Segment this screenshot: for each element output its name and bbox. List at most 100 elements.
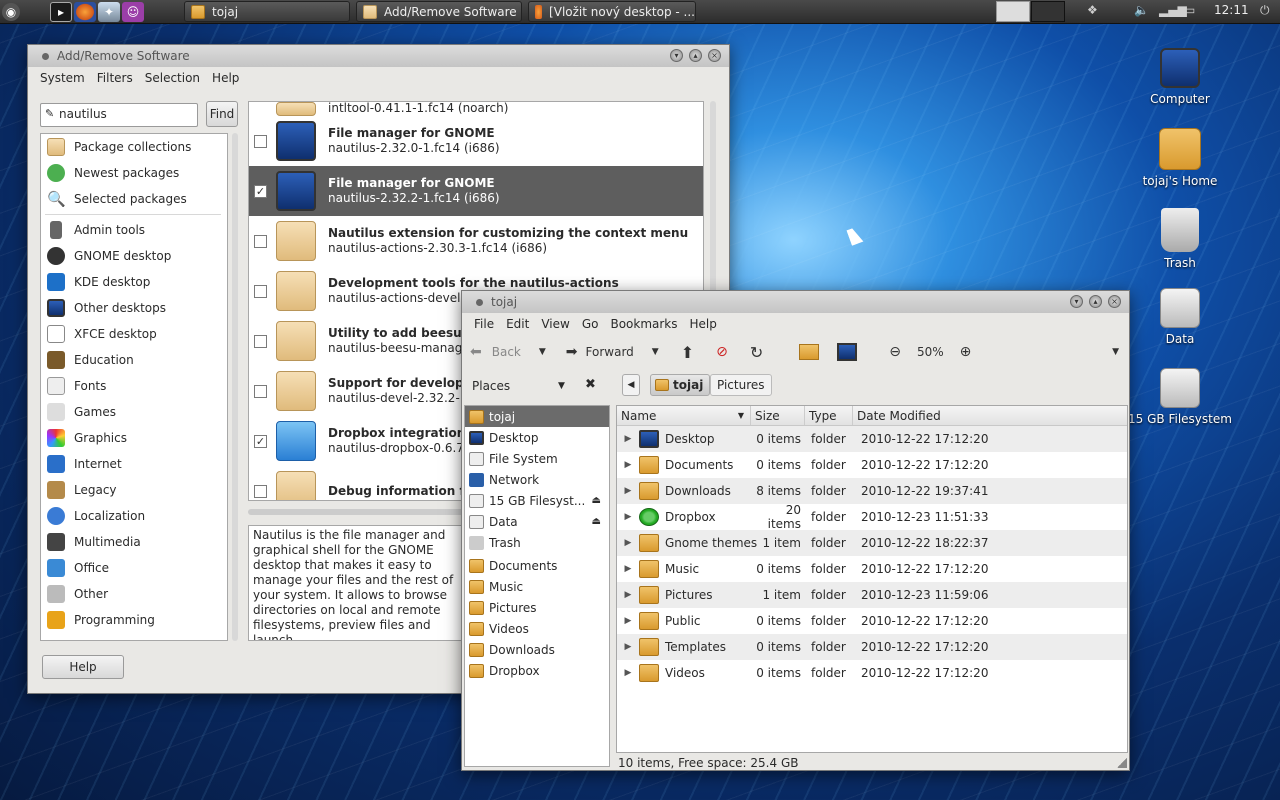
volume-icon[interactable]: 🔈 [1134,3,1149,17]
expander-icon[interactable]: ▶ [617,590,639,600]
menu-view[interactable]: View [535,317,575,331]
file-row[interactable]: ▶ Documents 0 items folder 2010-12-22 17:12:… [617,452,1127,478]
group-gnome-desktop[interactable]: GNOME desktop [41,243,227,269]
bookmark-downloads[interactable]: Downloads [465,639,609,660]
breadcrumb-left-arrow[interactable]: ◀ [622,374,640,396]
file-row[interactable]: ▶ Pictures 1 item folder 2010-12-23 11:59:06 [617,582,1127,608]
group-admin-tools[interactable]: Admin tools [41,217,227,243]
bookmark-music[interactable]: Music [465,576,609,597]
main-menu-icon[interactable]: ◉ [2,2,20,21]
help-button[interactable]: Help [42,655,124,679]
close-button[interactable]: × [1108,295,1121,308]
package-row[interactable]: File manager for GNOME nautilus-2.32.0-1.… [249,116,703,166]
dropdown-arrow-icon[interactable]: ▼ [539,347,546,357]
file-row[interactable]: ▶ Downloads 8 items folder 2010-12-22 19:37:… [617,478,1127,504]
package-checkbox[interactable] [254,484,267,498]
expander-icon[interactable]: ▶ [617,486,639,496]
breadcrumb-home[interactable]: tojaj [650,374,711,396]
computer-icon[interactable] [837,343,858,361]
package-checkbox[interactable] [254,334,267,348]
file-row[interactable]: ▶ Videos 0 items folder 2010-12-22 17:12:20 [617,660,1127,686]
place-data[interactable]: Data ⏏ [465,511,609,532]
group-kde-desktop[interactable]: KDE desktop [41,269,227,295]
bookmark-pictures[interactable]: Pictures [465,597,609,618]
package-checkbox[interactable] [254,134,267,148]
place-file-system[interactable]: File System [465,448,609,469]
clock[interactable]: 12:11 [1214,3,1249,17]
file-row[interactable]: ▶ Music 0 items folder 2010-12-22 17:12:20 [617,556,1127,582]
place-15gb-filesystem[interactable]: 15 GB Filesyst... ⏏ [465,490,609,511]
menu-selection[interactable]: Selection [139,71,206,85]
reload-icon[interactable]: ↻ [750,343,763,362]
file-manager-titlebar[interactable]: tojaj ▾ ▴ × [462,291,1129,313]
package-row[interactable]: Nautilus extension for customizing the c… [249,216,703,266]
screenshot-tool-icon[interactable]: ✦ [98,1,120,22]
expander-icon[interactable]: ▶ [617,512,639,522]
add-remove-titlebar[interactable]: Add/Remove Software ▾ ▴ × [28,45,729,67]
file-row[interactable]: ▶ Dropbox 20 items folder 2010-12-23 11:51:3… [617,503,1127,531]
group-other-desktops[interactable]: Other desktops [41,295,227,321]
group-legacy[interactable]: Legacy [41,477,227,503]
up-arrow-icon[interactable]: ⬆ [681,343,694,362]
search-input[interactable]: ✎ nautilus [40,103,198,127]
task-button-browser[interactable]: [Vložit nový desktop - ... [528,1,696,22]
group-package-collections[interactable]: Package collections [41,134,227,160]
back-button[interactable]: ⬅ Back ▼ [470,344,546,360]
package-checkbox[interactable] [254,284,267,298]
menu-help[interactable]: Help [206,71,245,85]
bookmark-videos[interactable]: Videos [465,618,609,639]
group-localization[interactable]: Localization [41,503,227,529]
maximize-button[interactable]: ▴ [1089,295,1102,308]
desktop-icon-data[interactable]: Data [1125,288,1235,346]
find-button[interactable]: Find [206,101,238,127]
close-button[interactable]: × [708,49,721,62]
pidgin-icon[interactable]: ☺ [122,1,144,22]
group-list-scrollbar[interactable] [232,133,238,641]
file-row[interactable]: ▶ Public 0 items folder 2010-12-22 17:12:20 [617,608,1127,634]
group-graphics[interactable]: Graphics [41,425,227,451]
bookmark-dropbox[interactable]: Dropbox [465,660,609,681]
desktop-icon-home[interactable]: tojaj's Home [1125,128,1235,188]
menu-edit[interactable]: Edit [500,317,535,331]
column-type[interactable]: Type [805,406,853,425]
place-network[interactable]: Network [465,469,609,490]
column-name[interactable]: Name ▼ [617,406,751,425]
close-sidebar-icon[interactable]: ✖ [585,377,596,392]
group-programming[interactable]: Programming [41,607,227,633]
group-newest-packages[interactable]: Newest packages [41,160,227,186]
resize-grip-icon[interactable] [1117,758,1127,768]
eject-icon[interactable]: ⏏ [592,516,601,527]
group-internet[interactable]: Internet [41,451,227,477]
menu-system[interactable]: System [34,71,91,85]
group-education[interactable]: Education [41,347,227,373]
expander-icon[interactable]: ▶ [617,460,639,470]
group-other[interactable]: Other [41,581,227,607]
expander-icon[interactable]: ▶ [617,642,639,652]
maximize-button[interactable]: ▴ [689,49,702,62]
minimize-button[interactable]: ▾ [1070,295,1083,308]
menu-file[interactable]: File [468,317,500,331]
battery-icon[interactable]: ▭ [1184,3,1195,17]
place-trash[interactable]: Trash [465,532,609,553]
forward-button[interactable]: ➡ Forward ▼ [566,344,659,360]
menu-go[interactable]: Go [576,317,605,331]
shutdown-icon[interactable]: ⏻ [1260,3,1270,18]
menu-help[interactable]: Help [684,317,723,331]
breadcrumb-pictures[interactable]: Pictures [710,374,772,396]
stop-icon[interactable]: ⊘ [716,344,728,360]
zoom-in-icon[interactable]: ⊕ [960,344,972,360]
file-row[interactable]: ▶ Templates 0 items folder 2010-12-22 17:12:… [617,634,1127,660]
package-checkbox[interactable] [254,234,267,248]
window-menu-icon[interactable] [42,52,49,60]
place-desktop[interactable]: Desktop [465,427,609,448]
desktop-icon-filesystem[interactable]: 15 GB Filesystem [1125,368,1235,426]
package-row[interactable]: intltool-0.41.1-1.fc14 (noarch) [249,102,703,116]
group-fonts[interactable]: Fonts [41,373,227,399]
group-multimedia[interactable]: Multimedia [41,529,227,555]
file-row[interactable]: ▶ Desktop 0 items folder 2010-12-22 17:12:20 [617,426,1127,452]
expander-icon[interactable]: ▶ [617,668,639,678]
expander-icon[interactable]: ▶ [617,434,639,444]
minimize-button[interactable]: ▾ [670,49,683,62]
task-button-add-remove[interactable]: Add/Remove Software [356,1,522,22]
desktop-icon-computer[interactable]: Computer [1125,48,1235,106]
